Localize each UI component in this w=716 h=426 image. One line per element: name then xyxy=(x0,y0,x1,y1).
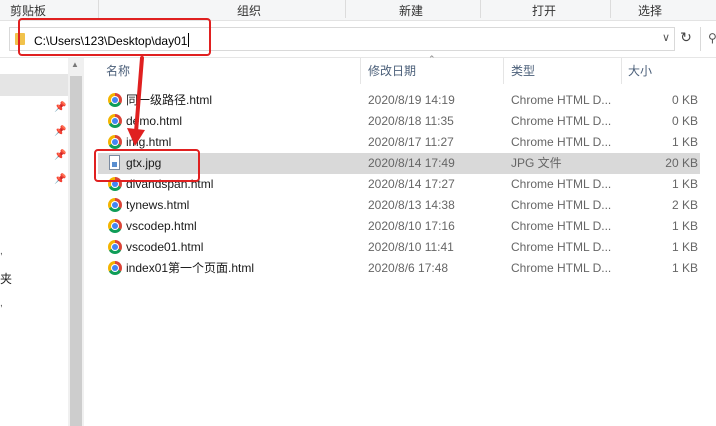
column-header-type[interactable]: 类型 xyxy=(511,58,535,84)
ribbon-group-clipboard[interactable]: 剪贴板 xyxy=(10,2,46,19)
file-row[interactable]: vscodep.html 2020/8/10 17:16 Chrome HTML… xyxy=(98,216,700,237)
file-date: 2020/8/19 14:19 xyxy=(368,93,455,107)
ribbon-group-select[interactable]: 选择 xyxy=(638,2,662,19)
file-date: 2020/8/10 17:16 xyxy=(368,219,455,233)
chrome-icon xyxy=(108,240,122,254)
file-size: 0 KB xyxy=(671,114,698,128)
chrome-icon xyxy=(108,93,122,107)
ribbon-divider xyxy=(610,0,611,18)
file-date: 2020/8/6 17:48 xyxy=(368,261,449,275)
file-size: 2 KB xyxy=(671,198,698,212)
scroll-up-icon[interactable]: ▲ xyxy=(71,60,79,69)
file-name: tynews.html xyxy=(126,198,190,212)
ribbon-divider xyxy=(480,0,481,18)
file-row[interactable]: vscode01.html 2020/8/10 11:41 Chrome HTM… xyxy=(98,237,700,258)
file-date: 2020/8/18 11:35 xyxy=(368,114,454,128)
navigation-pane: 📌 📌 📌 📌 , 夹 , xyxy=(0,58,68,426)
ribbon-group-new[interactable]: 新建 xyxy=(399,2,423,19)
file-name: vscodep.html xyxy=(126,219,197,233)
sort-chevron-icon: ⌃ xyxy=(428,54,436,64)
file-type: Chrome HTML D... xyxy=(511,93,612,107)
nav-marker: , xyxy=(0,246,3,257)
file-size: 0 KB xyxy=(671,93,698,107)
file-date: 2020/8/10 11:41 xyxy=(368,240,454,254)
file-type: Chrome HTML D... xyxy=(511,219,612,233)
ribbon-group-open[interactable]: 打开 xyxy=(532,2,556,19)
file-type: Chrome HTML D... xyxy=(511,261,612,275)
scroll-thumb[interactable] xyxy=(70,76,82,426)
refresh-icon[interactable]: ↻ xyxy=(678,29,694,49)
file-size: 1 KB xyxy=(671,177,698,191)
annotation-box-file xyxy=(94,149,200,182)
file-type: Chrome HTML D... xyxy=(511,177,612,191)
chrome-icon xyxy=(108,261,122,275)
file-list: 名称 ⌃ 修改日期 类型 大小 同一级路径.html 2020/8/19 14:… xyxy=(98,54,716,426)
file-size: 20 KB xyxy=(665,156,698,170)
file-size: 1 KB xyxy=(671,240,698,254)
file-name: vscode01.html xyxy=(126,240,204,254)
file-row[interactable]: index01第一个页面.html 2020/8/6 17:48 Chrome … xyxy=(98,258,700,279)
ribbon-divider xyxy=(345,0,346,18)
column-header-name[interactable]: 名称 xyxy=(106,58,130,84)
chrome-icon xyxy=(108,135,122,149)
pin-icon[interactable]: 📌 xyxy=(54,102,66,113)
file-name: index01第一个页面.html xyxy=(126,261,255,275)
file-date: 2020/8/13 14:38 xyxy=(368,198,455,212)
file-type: JPG 文件 xyxy=(511,156,562,170)
file-name: 同一级路径.html xyxy=(126,93,213,107)
file-type: Chrome HTML D... xyxy=(511,198,612,212)
file-size: 1 KB xyxy=(671,261,698,275)
pin-icon[interactable]: 📌 xyxy=(54,174,66,185)
file-row[interactable]: tynews.html 2020/8/13 14:38 Chrome HTML … xyxy=(98,195,700,216)
pin-icon[interactable]: 📌 xyxy=(54,150,66,161)
column-divider[interactable] xyxy=(503,58,504,84)
file-date: 2020/8/14 17:27 xyxy=(368,177,455,191)
file-date: 2020/8/17 11:27 xyxy=(368,135,454,149)
nav-scrollbar[interactable]: ▲ xyxy=(68,58,84,426)
column-header-size[interactable]: 大小 xyxy=(628,58,652,84)
nav-selected-item[interactable] xyxy=(0,74,68,96)
column-divider[interactable] xyxy=(621,58,622,84)
file-size: 1 KB xyxy=(671,219,698,233)
file-name: demo.html xyxy=(126,114,183,128)
column-divider[interactable] xyxy=(360,58,361,84)
file-row[interactable]: 同一级路径.html 2020/8/19 14:19 Chrome HTML D… xyxy=(98,90,700,111)
nav-marker: , xyxy=(0,298,3,309)
file-size: 1 KB xyxy=(671,135,698,149)
annotation-box-address xyxy=(18,18,211,56)
chevron-down-icon[interactable]: ∨ xyxy=(662,31,670,44)
column-header-date[interactable]: 修改日期 xyxy=(368,58,416,84)
search-icon[interactable]: ⚲ xyxy=(708,31,716,45)
ribbon-group-organize[interactable]: 组织 xyxy=(237,2,261,19)
ribbon-divider xyxy=(98,0,99,18)
nav-item-folder[interactable]: 夹 xyxy=(0,270,12,287)
pin-icon[interactable]: 📌 xyxy=(54,126,66,137)
chrome-icon xyxy=(108,114,122,128)
chrome-icon xyxy=(108,219,122,233)
file-type: Chrome HTML D... xyxy=(511,240,612,254)
file-type: Chrome HTML D... xyxy=(511,114,612,128)
file-type: Chrome HTML D... xyxy=(511,135,612,149)
file-row[interactable]: demo.html 2020/8/18 11:35 Chrome HTML D.… xyxy=(98,111,700,132)
file-date: 2020/8/14 17:49 xyxy=(368,156,455,170)
chrome-icon xyxy=(108,198,122,212)
